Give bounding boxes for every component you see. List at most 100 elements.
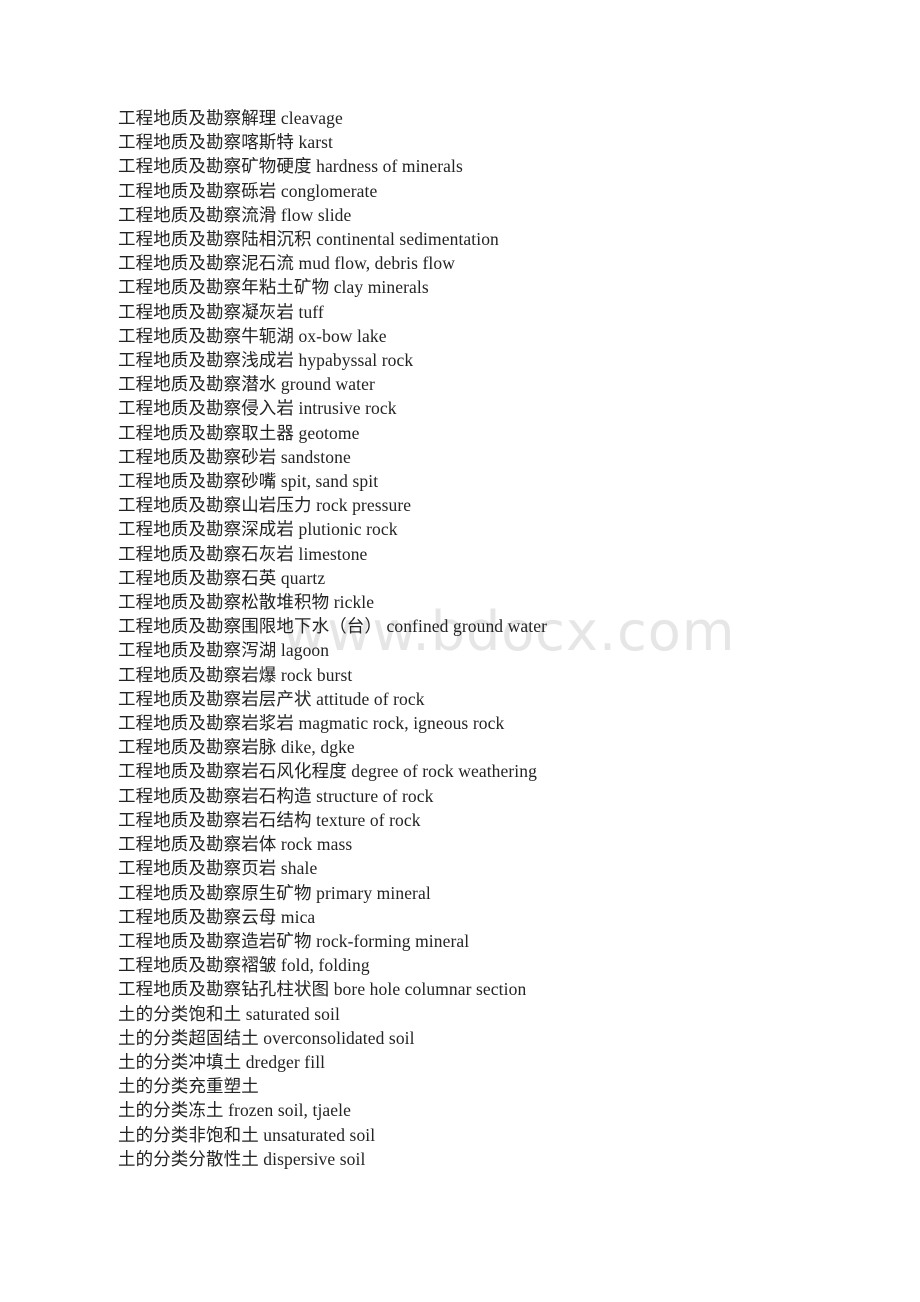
- glossary-translation: ox-bow lake: [298, 325, 387, 346]
- glossary-line: 工程地质及勘察页岩 shale: [118, 856, 878, 880]
- glossary-term: 工程地质及勘察造岩矿物: [118, 930, 312, 951]
- glossary-term: 土的分类超固结土: [118, 1027, 259, 1048]
- glossary-term: 工程地质及勘察岩体: [118, 834, 277, 855]
- glossary-line: 工程地质及勘察岩石构造 structure of rock: [118, 784, 878, 808]
- glossary-term: 工程地质及勘察年粘土矿物: [118, 277, 330, 298]
- glossary-translation: texture of rock: [316, 809, 421, 830]
- glossary-line: 工程地质及勘察石灰岩 limestone: [118, 542, 878, 566]
- glossary-term: 工程地质及勘察解理: [118, 108, 277, 128]
- glossary-translation: plutionic rock: [298, 519, 398, 540]
- glossary-term: 工程地质及勘察围限地下水（台）: [118, 616, 382, 637]
- glossary-term: 土的分类分散性土: [118, 1148, 259, 1169]
- glossary-term: 土的分类冻土: [118, 1100, 224, 1121]
- glossary-term: 土的分类充重塑土: [118, 1076, 259, 1097]
- glossary-term: 工程地质及勘察云母: [118, 906, 277, 927]
- glossary-translation: dike, dgke: [280, 737, 355, 758]
- glossary-translation: saturated soil: [245, 1003, 340, 1024]
- glossary-term: 工程地质及勘察矿物硬度: [118, 156, 312, 177]
- glossary-line: 工程地质及勘察砂岩 sandstone: [118, 445, 878, 469]
- glossary-translation: karst: [298, 132, 334, 153]
- glossary-translation: ground water: [280, 374, 375, 395]
- glossary-line: 土的分类冻土 frozen soil, tjaele: [118, 1098, 878, 1122]
- glossary-translation: hypabyssal rock: [298, 350, 414, 371]
- glossary-line: 工程地质及勘察泥石流 mud flow, debris flow: [118, 251, 878, 275]
- glossary-translation: flow slide: [280, 204, 352, 225]
- glossary-line: 土的分类充重塑土: [118, 1074, 878, 1098]
- glossary-translation: tuff: [298, 301, 324, 322]
- glossary-translation: rock pressure: [316, 495, 412, 516]
- glossary-line: 工程地质及勘察砂嘴 spit, sand spit: [118, 469, 878, 493]
- glossary-translation: unsaturated soil: [263, 1124, 376, 1145]
- glossary-term: 工程地质及勘察钻孔柱状图: [118, 979, 330, 1000]
- glossary-line: 工程地质及勘察岩层产状 attitude of rock: [118, 687, 878, 711]
- document-page: www.bdocx.com 工程地质及勘察解理 cleavage 工程地质及勘察喀…: [0, 0, 920, 1302]
- glossary-line: 工程地质及勘察岩浆岩 magmatic rock, igneous rock: [118, 711, 878, 735]
- glossary-line: 工程地质及勘察岩石结构 texture of rock: [118, 808, 878, 832]
- glossary-term: 工程地质及勘察岩石构造: [118, 785, 312, 806]
- glossary-line: 工程地质及勘察深成岩 plutionic rock: [118, 517, 878, 541]
- glossary-term: 工程地质及勘察取土器: [118, 422, 294, 443]
- glossary-translation: geotome: [298, 422, 360, 443]
- glossary-translation: dredger fill: [245, 1051, 326, 1072]
- glossary-line: 工程地质及勘察泻湖 lagoon: [118, 638, 878, 662]
- glossary-list: 工程地质及勘察解理 cleavage 工程地质及勘察喀斯特 karst 工程地质及勘…: [118, 106, 878, 1171]
- glossary-line: 土的分类超固结土 overconsolidated soil: [118, 1026, 878, 1050]
- glossary-line: 工程地质及勘察牛轭湖 ox-bow lake: [118, 324, 878, 348]
- glossary-term: 工程地质及勘察泥石流: [118, 253, 294, 274]
- glossary-translation: clay minerals: [333, 277, 429, 298]
- glossary-line: 工程地质及勘察侵入岩 intrusive rock: [118, 396, 878, 420]
- glossary-term: 工程地质及勘察岩层产状: [118, 688, 312, 709]
- glossary-translation: shale: [280, 858, 318, 879]
- glossary-line: 工程地质及勘察浅成岩 hypabyssal rock: [118, 348, 878, 372]
- glossary-line: 工程地质及勘察砾岩 conglomerate: [118, 179, 878, 203]
- glossary-term: 工程地质及勘察砂岩: [118, 446, 277, 467]
- glossary-term: 工程地质及勘察原生矿物: [118, 882, 312, 903]
- glossary-translation: magmatic rock, igneous rock: [298, 713, 505, 734]
- glossary-line: 工程地质及勘察解理 cleavage: [118, 106, 878, 130]
- glossary-line: 工程地质及勘察围限地下水（台） confined ground water: [118, 614, 878, 638]
- glossary-translation: spit, sand spit: [280, 471, 379, 492]
- glossary-translation: rickle: [333, 592, 375, 613]
- glossary-line: 工程地质及勘察造岩矿物 rock-forming mineral: [118, 929, 878, 953]
- glossary-term: 工程地质及勘察岩石风化程度: [118, 761, 347, 782]
- glossary-term: 工程地质及勘察浅成岩: [118, 350, 294, 371]
- glossary-line: 工程地质及勘察原生矿物 primary mineral: [118, 881, 878, 905]
- glossary-line: 工程地质及勘察陆相沉积 continental sedimentation: [118, 227, 878, 251]
- glossary-term: 工程地质及勘察凝灰岩: [118, 301, 294, 322]
- glossary-translation: quartz: [280, 567, 326, 588]
- glossary-term: 工程地质及勘察砂嘴: [118, 471, 277, 492]
- glossary-translation: confined ground water: [386, 616, 547, 637]
- glossary-translation: rock mass: [280, 834, 353, 855]
- glossary-translation: rock-forming mineral: [316, 930, 470, 951]
- glossary-translation: degree of rock weathering: [351, 761, 537, 782]
- glossary-line: 土的分类冲填土 dredger fill: [118, 1050, 878, 1074]
- glossary-translation: dispersive soil: [263, 1148, 366, 1169]
- glossary-line: 工程地质及勘察岩脉 dike, dgke: [118, 735, 878, 759]
- glossary-term: 工程地质及勘察侵入岩: [118, 398, 294, 419]
- glossary-translation: sandstone: [280, 446, 351, 467]
- glossary-translation: frozen soil, tjaele: [228, 1100, 351, 1121]
- glossary-line: 工程地质及勘察年粘土矿物 clay minerals: [118, 275, 878, 299]
- glossary-term: 土的分类饱和土: [118, 1003, 242, 1024]
- glossary-term: 工程地质及勘察岩脉: [118, 737, 277, 758]
- glossary-term: 工程地质及勘察山岩压力: [118, 495, 312, 516]
- glossary-line: 土的分类饱和土 saturated soil: [118, 1002, 878, 1026]
- glossary-line: 工程地质及勘察岩爆 rock burst: [118, 663, 878, 687]
- glossary-term: 工程地质及勘察页岩: [118, 858, 277, 879]
- glossary-translation: mud flow, debris flow: [298, 253, 455, 274]
- glossary-translation: bore hole columnar section: [333, 979, 527, 1000]
- glossary-line: 工程地质及勘察流滑 flow slide: [118, 203, 878, 227]
- glossary-line: 工程地质及勘察取土器 geotome: [118, 421, 878, 445]
- glossary-term: 工程地质及勘察石英: [118, 567, 277, 588]
- glossary-term: 土的分类冲填土: [118, 1051, 242, 1072]
- glossary-term: 工程地质及勘察褶皱: [118, 955, 277, 976]
- glossary-term: 土的分类非饱和土: [118, 1124, 259, 1145]
- glossary-translation: intrusive rock: [298, 398, 397, 419]
- glossary-line: 工程地质及勘察云母 mica: [118, 905, 878, 929]
- glossary-translation: hardness of minerals: [316, 156, 463, 177]
- glossary-translation: structure of rock: [316, 785, 434, 806]
- glossary-translation: cleavage: [280, 108, 343, 128]
- glossary-term: 工程地质及勘察泻湖: [118, 640, 277, 661]
- glossary-term: 工程地质及勘察砾岩: [118, 180, 277, 201]
- glossary-translation: primary mineral: [316, 882, 431, 903]
